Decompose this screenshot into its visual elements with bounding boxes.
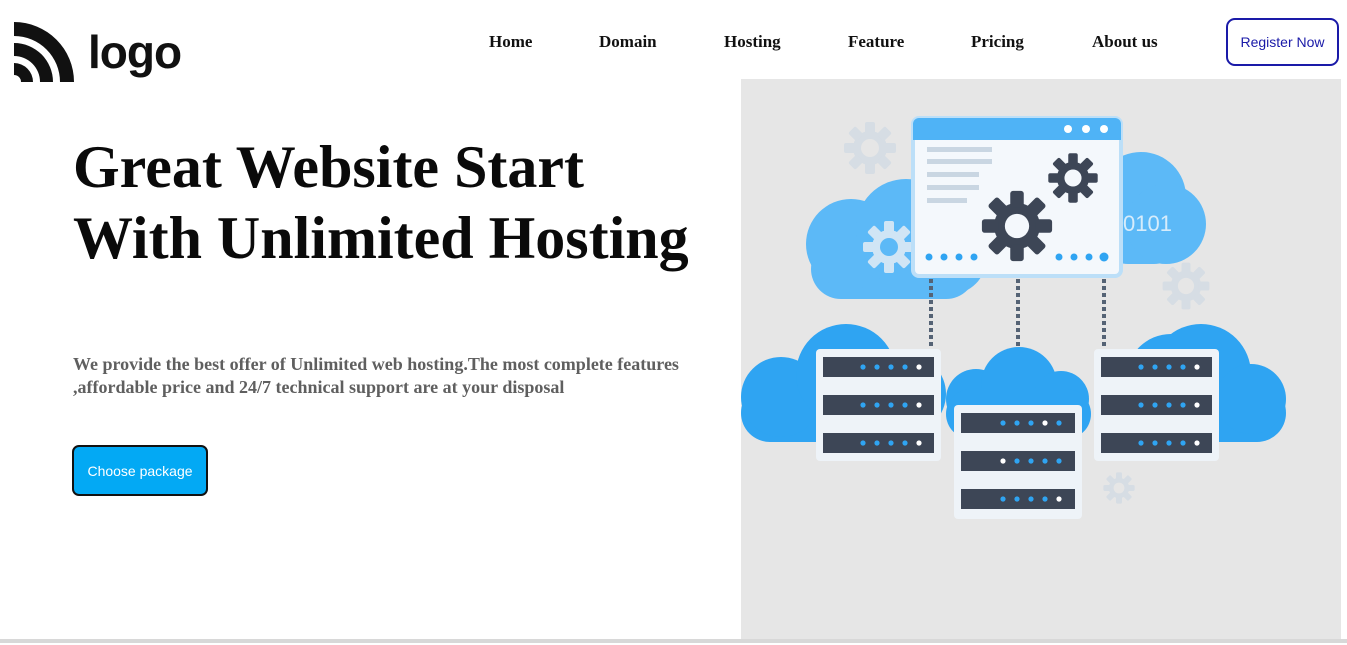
horizontal-scrollbar[interactable] bbox=[0, 639, 1347, 643]
hero-title: Great Website Start With Unlimited Hosti… bbox=[73, 134, 689, 271]
gear-icon bbox=[1103, 472, 1135, 504]
nav-item-about-us[interactable]: About us bbox=[1092, 32, 1158, 52]
nav-item-domain[interactable]: Domain bbox=[599, 32, 657, 52]
logo[interactable]: logo bbox=[14, 22, 182, 82]
hero-description: We provide the best offer of Unlimited w… bbox=[73, 354, 679, 397]
server-rack-icon bbox=[1094, 349, 1219, 461]
choose-package-button[interactable]: Choose package bbox=[72, 445, 208, 496]
server-rack-icon bbox=[816, 349, 941, 461]
register-now-button[interactable]: Register Now bbox=[1226, 18, 1339, 66]
gear-icon bbox=[844, 122, 896, 174]
nav-item-hosting[interactable]: Hosting bbox=[724, 32, 781, 52]
hosting-illustration: 0101 bbox=[741, 79, 1341, 640]
server-rack-icon bbox=[954, 405, 1082, 519]
nav-item-home[interactable]: Home bbox=[489, 32, 532, 52]
nav-item-feature[interactable]: Feature bbox=[848, 32, 904, 52]
gear-icon bbox=[1048, 153, 1098, 203]
gear-icon bbox=[1162, 262, 1210, 310]
nav-item-pricing[interactable]: Pricing bbox=[971, 32, 1024, 52]
gear-icon bbox=[981, 190, 1053, 262]
binary-text: 0101 bbox=[1123, 211, 1172, 236]
wifi-arcs-logo-icon bbox=[14, 22, 74, 82]
logo-text: logo bbox=[88, 26, 182, 78]
gear-icon bbox=[863, 221, 915, 273]
